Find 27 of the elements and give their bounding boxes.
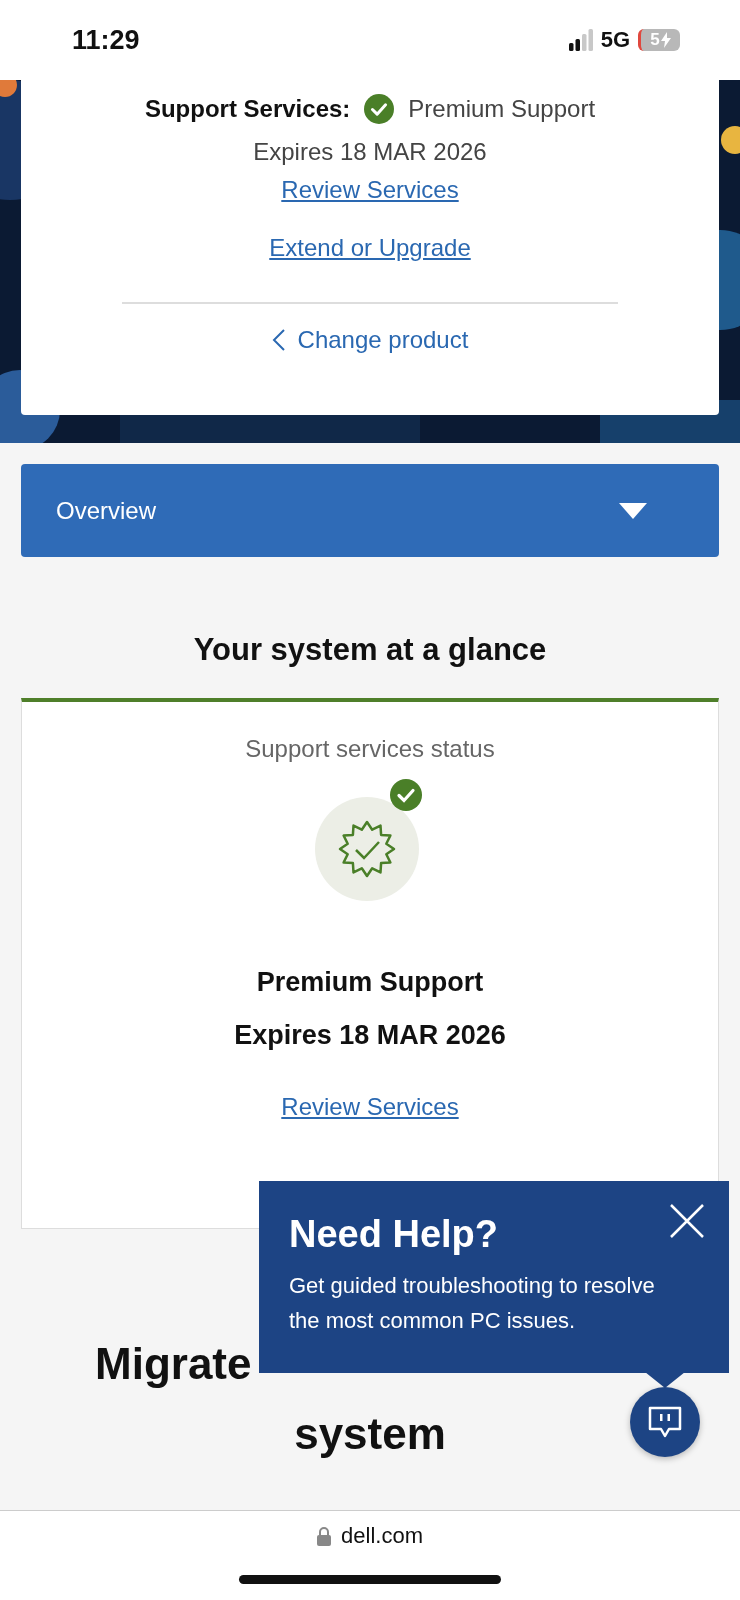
migrate-heading: system — [294, 1409, 446, 1458]
popover-text: Get guided troubleshooting to resolve the most common PC issues. — [289, 1272, 656, 1335]
support-plan: Premium Support — [256, 967, 484, 998]
support-plan: Premium Support — [408, 95, 596, 123]
caret-icon — [619, 502, 647, 519]
check-icon — [364, 94, 395, 124]
popover-title: Need Help? — [289, 1213, 499, 1256]
clock-time: 11:29 — [72, 24, 140, 56]
service-link[interactable]: Extend or Upgrade — [269, 234, 471, 262]
chevron-left-icon — [271, 328, 286, 352]
expiry-date: Expires 18 MAR 2026 — [253, 138, 487, 166]
network-label: 5G — [600, 27, 630, 53]
expiry-date: Expires 18 MAR 2026 — [234, 1020, 506, 1051]
service-link[interactable]: Review Services — [281, 176, 459, 204]
section-title: Your system at a glance — [192, 632, 548, 668]
support-services-label: Support Services: — [144, 95, 351, 123]
verified-badge-icon — [315, 779, 425, 901]
chat-icon — [648, 1405, 682, 1439]
card-title: Support services status — [245, 735, 495, 763]
migrate-heading: Migrate — [95, 1339, 252, 1388]
lock-icon — [317, 1526, 332, 1546]
change-product-link[interactable]: Change product — [271, 326, 469, 354]
signal-icon — [568, 29, 593, 51]
battery-indicator: 5 — [638, 29, 680, 51]
url-text[interactable]: dell.com — [341, 1523, 423, 1549]
overview-dropdown[interactable]: Overview — [21, 464, 719, 557]
service-link[interactable]: Review Services — [281, 1093, 459, 1121]
